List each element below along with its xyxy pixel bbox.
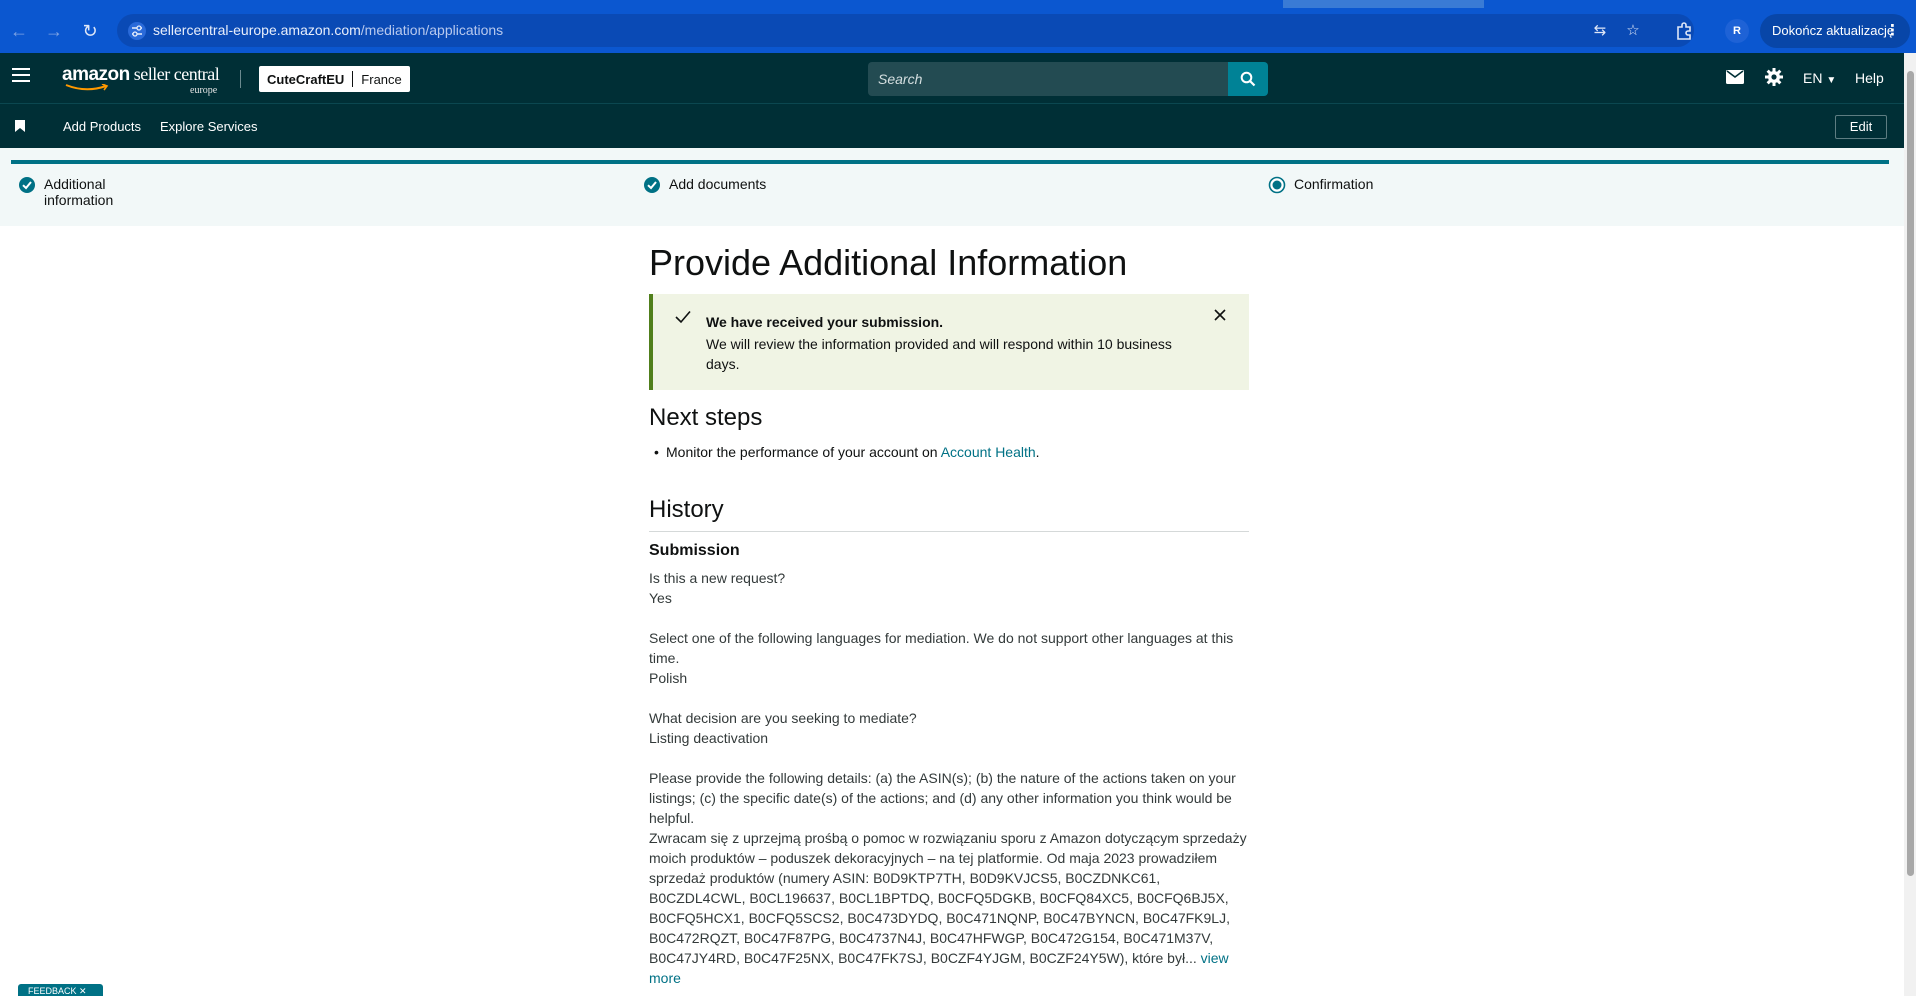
settings-gear-icon[interactable] xyxy=(1765,68,1783,86)
answer-text: Polish xyxy=(649,670,688,686)
browser-tab[interactable] xyxy=(1484,0,1916,8)
translate-icon[interactable]: ⇆ xyxy=(1590,21,1610,41)
update-label: Dokończ aktualizację xyxy=(1772,23,1895,38)
profile-avatar[interactable]: R xyxy=(1725,19,1749,43)
chevron-down-icon: ▼ xyxy=(1826,75,1837,86)
browser-tab[interactable] xyxy=(0,0,1283,8)
language-label: EN xyxy=(1803,70,1823,86)
history-heading: History xyxy=(649,496,724,523)
bookmark-icon[interactable] xyxy=(15,120,25,132)
url-path: /mediation/applications xyxy=(360,22,504,38)
browser-toolbar: ← → ↻ sellercentral-europe.amazon.com/me… xyxy=(0,8,1916,53)
question-text: What decision are you seeking to mediate… xyxy=(649,710,917,726)
check-circle-icon xyxy=(644,177,660,193)
site-info-icon[interactable] xyxy=(127,21,147,41)
reload-icon[interactable]: ↻ xyxy=(77,18,103,44)
history-divider xyxy=(649,531,1249,532)
current-step-icon xyxy=(1268,176,1286,194)
answer-body: Zwracam się z uprzejmą prośbą o pomoc w … xyxy=(649,830,1247,966)
answer-text: Listing deactivation xyxy=(649,730,769,746)
search-icon xyxy=(1240,71,1256,87)
language-selector[interactable]: EN ▼ xyxy=(1803,70,1836,86)
edit-button[interactable]: Edit xyxy=(1835,115,1887,139)
header-divider xyxy=(240,70,241,88)
mail-icon[interactable] xyxy=(1726,70,1744,84)
question-text: Select one of the following languages fo… xyxy=(649,630,1234,666)
check-circle-icon xyxy=(19,177,35,193)
page-scrollbar[interactable] xyxy=(1904,53,1916,996)
step-label: Additional xyxy=(44,176,106,192)
question-text: Please provide the following details: (a… xyxy=(649,770,1236,826)
logo-brand: amazon xyxy=(62,64,130,85)
step-label: Add documents xyxy=(669,176,767,192)
seller-central-subnav: Add Products Explore Services Edit xyxy=(0,103,1904,148)
extensions-icon[interactable] xyxy=(1675,21,1695,41)
success-alert: We have received your submission. We wil… xyxy=(649,294,1249,390)
alert-title: We have received your submission. xyxy=(706,314,944,330)
browser-tab[interactable] xyxy=(1283,0,1484,8)
step-label-line2: information xyxy=(44,192,114,208)
help-link[interactable]: Help xyxy=(1855,70,1884,86)
search-button[interactable] xyxy=(1228,62,1268,96)
marketplace-name: France xyxy=(361,71,402,87)
search-field[interactable] xyxy=(868,62,1228,96)
update-button[interactable]: Dokończ aktualizację ⋮ xyxy=(1760,14,1910,48)
menu-icon[interactable] xyxy=(12,68,30,86)
seller-central-logo[interactable]: amazon seller central europe xyxy=(62,64,220,96)
stepper-progress-bar xyxy=(11,160,1889,164)
answer-text: Zwracam się z uprzejmą prośbą o pomoc w … xyxy=(649,828,1249,988)
search-input[interactable] xyxy=(868,62,1228,96)
url-host: sellercentral-europe.amazon.com xyxy=(153,22,361,38)
next-step-suffix: . xyxy=(1035,444,1040,460)
history-entry: What decision are you seeking to mediate… xyxy=(649,708,1249,748)
checkmark-icon xyxy=(675,310,691,324)
address-bar[interactable]: sellercentral-europe.amazon.com/mediatio… xyxy=(117,14,1694,47)
store-divider xyxy=(352,71,354,87)
amazon-smile-icon xyxy=(65,84,109,91)
next-steps-heading: Next steps xyxy=(649,404,763,431)
account-health-link[interactable]: Account Health xyxy=(941,444,1036,460)
history-entry: Is this a new request? Yes xyxy=(649,568,1249,608)
bullet: • xyxy=(654,444,659,460)
store-switcher[interactable]: CuteCraftEU France xyxy=(259,66,410,92)
seller-central-header: amazon seller central europe CuteCraftEU… xyxy=(0,53,1904,103)
add-products-link[interactable]: Add Products xyxy=(63,119,141,134)
history-entry: Please provide the following details: (a… xyxy=(649,768,1249,988)
bookmark-star-icon[interactable]: ☆ xyxy=(1623,21,1643,41)
explore-services-link[interactable]: Explore Services xyxy=(160,119,258,134)
question-text: Is this a new request? xyxy=(649,570,786,586)
forward-icon[interactable]: → xyxy=(41,18,67,44)
store-name: CuteCraftEU xyxy=(267,71,345,87)
page-title: Provide Additional Information xyxy=(649,242,1128,283)
step-label: Confirmation xyxy=(1294,176,1374,192)
progress-stepper: Additional information Add documents Conf… xyxy=(0,148,1904,226)
list-item: • Monitor the performance of your accoun… xyxy=(654,444,1040,460)
alert-body: We will review the information provided … xyxy=(706,336,1172,372)
next-step-text: Monitor the performance of your account … xyxy=(666,444,941,460)
close-icon[interactable] xyxy=(1213,308,1227,322)
submission-heading: Submission xyxy=(649,542,740,559)
back-icon[interactable]: ← xyxy=(6,18,32,44)
more-menu-icon[interactable]: ⋮ xyxy=(1885,14,1900,48)
browser-tabstrip xyxy=(0,0,1916,8)
scrollbar-thumb[interactable] xyxy=(1907,71,1914,876)
logo-region: europe xyxy=(190,85,218,96)
logo-product: seller central xyxy=(129,64,220,84)
feedback-button[interactable]: FEEDBACK ✕ xyxy=(18,984,103,996)
history-entry: Select one of the following languages fo… xyxy=(649,628,1249,688)
answer-text: Yes xyxy=(649,590,672,606)
url-text[interactable]: sellercentral-europe.amazon.com/mediatio… xyxy=(153,22,503,38)
